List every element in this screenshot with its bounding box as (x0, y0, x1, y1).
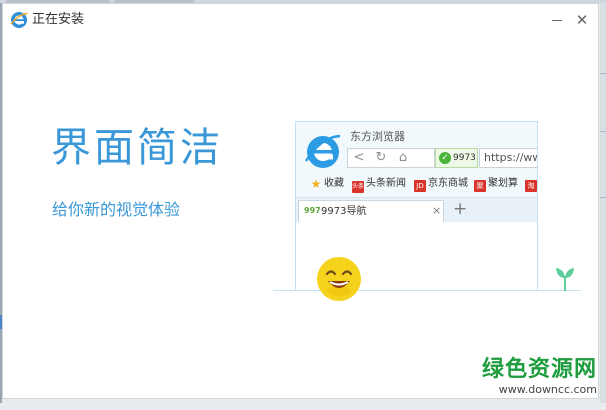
browser-tab-bar: 997 9973导航 × + (296, 197, 537, 223)
sprout-icon (556, 268, 574, 291)
extra-site-icon: 淘 (525, 180, 537, 192)
reload-icon: ↻ (375, 150, 387, 165)
shield-check-icon: ✓ (439, 152, 451, 164)
edge-line (600, 197, 606, 198)
slide-subtitle: 给你新的视觉体验 (52, 200, 181, 219)
new-tab-icon: + (453, 199, 468, 219)
browser-logo-icon (304, 134, 341, 168)
juhuasuan-icon: 聚 (474, 180, 486, 192)
tab-close-icon: × (432, 204, 442, 217)
background-scroll-edge (600, 3, 606, 403)
safety-badge-label: 9973 (453, 153, 476, 163)
installer-window: 正在安装 ✕ 界面简洁 给你新的视觉体验 东方浏览器 < ↻ ⌂ ✓ 9973 … (2, 3, 599, 399)
bookmark-extra: 淘 (525, 177, 537, 192)
title-bar: 正在安装 ✕ (3, 4, 598, 36)
home-icon: ⌂ (398, 150, 408, 165)
jd-icon: JD (414, 180, 426, 192)
tab-label: 9973导航 (321, 206, 367, 217)
tab-favicon-icon: 997 (304, 206, 321, 215)
bookmark-juhuasuan: 聚聚划算 (474, 177, 518, 192)
edge-line (600, 73, 606, 74)
site-watermark: 绿色资源网 www.downcc.com (473, 357, 597, 397)
bookmark-label: 收藏 (324, 178, 344, 189)
bookmark-label: 头条新闻 (366, 178, 406, 189)
minimize-button[interactable] (549, 12, 565, 28)
bookmark-label: 聚划算 (488, 178, 518, 189)
bookmark-bar: ★ 收藏 头条 头条新闻 JD 京东商城 聚聚划算 淘 (296, 174, 537, 194)
smiley-face-icon (317, 257, 361, 301)
news-icon: 头条 (352, 181, 364, 193)
edge-line (600, 131, 606, 132)
window-title: 正在安装 (32, 12, 85, 27)
browser-brand-name: 东方浏览器 (350, 130, 405, 143)
watermark-name: 绿色资源网 (481, 357, 597, 382)
bookmark-favorites: ★ 收藏 (310, 177, 344, 191)
browser-tab: 997 9973导航 × (298, 200, 444, 222)
back-icon: < (353, 150, 365, 165)
star-icon: ★ (310, 177, 322, 191)
bookmark-label: 京东商城 (428, 178, 468, 189)
browser-nav-buttons: < ↻ ⌂ (347, 148, 435, 168)
address-bar: https://www (479, 148, 537, 168)
close-button[interactable]: ✕ (574, 12, 590, 28)
bookmark-toutiao: 头条 头条新闻 (352, 177, 406, 193)
safety-badge: ✓ 9973 (435, 148, 478, 168)
watermark-url: www.downcc.com (498, 383, 597, 396)
ie-logo-icon (10, 12, 28, 28)
slide-headline: 界面简洁 (51, 125, 223, 171)
bookmark-jd: JD 京东商城 (414, 177, 468, 192)
